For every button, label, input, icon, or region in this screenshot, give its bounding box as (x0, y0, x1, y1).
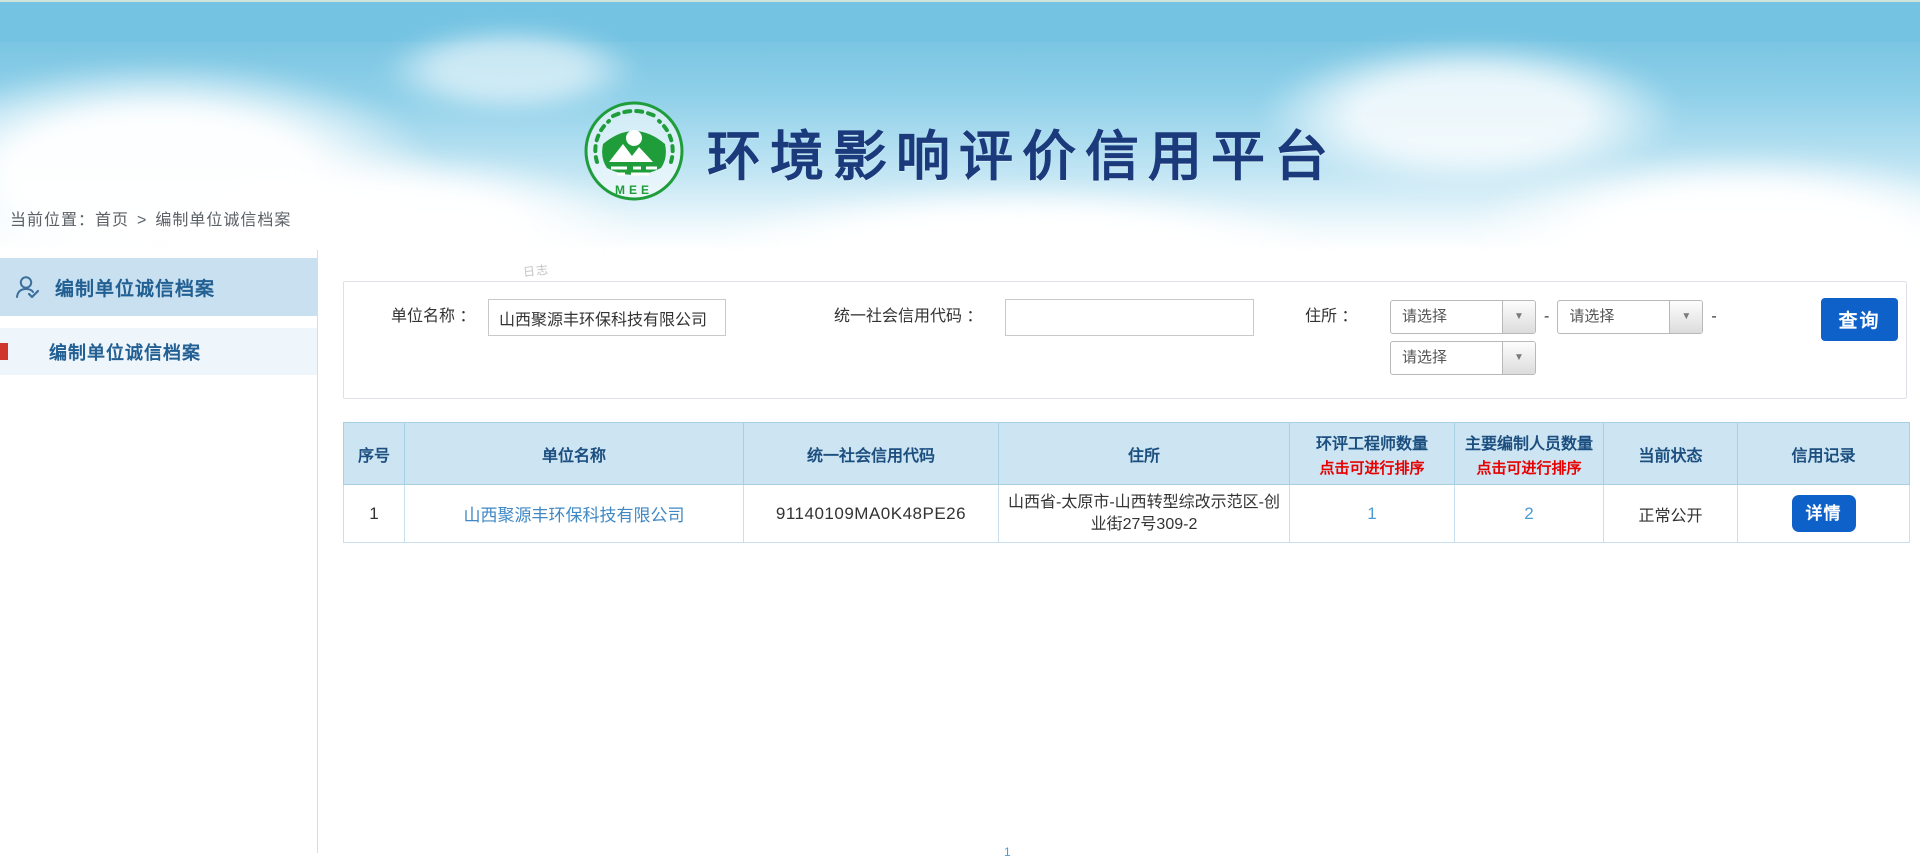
header-engineer-count-sortable[interactable]: 环评工程师数量 点击可进行排序 (1290, 423, 1455, 485)
unit-name-input[interactable] (488, 299, 726, 336)
sidebar-item-archive[interactable]: 编制单位诚信档案 (0, 328, 317, 375)
active-marker (0, 343, 8, 360)
credit-code-label: 统一社会信用代码 ： (834, 298, 982, 336)
credit-code-input[interactable] (1005, 299, 1254, 336)
province-select-value: 请选择 (1391, 301, 1502, 333)
breadcrumb-separator: > (137, 212, 147, 229)
chevron-down-icon[interactable]: ▼ (1669, 301, 1702, 333)
site-title: 环境影响评价信用平台 (707, 112, 1337, 191)
query-button[interactable]: 查询 (1821, 298, 1898, 341)
header-credit-code: 统一社会信用代码 (744, 423, 999, 485)
address-selects: 请选择 ▼ - 请选择 ▼ - 请选择 ▼ (1390, 299, 1725, 381)
detail-button[interactable]: 详情 (1792, 495, 1856, 532)
row-index: 1 (344, 485, 405, 543)
top-band (0, 0, 1920, 42)
district-select-value: 请选择 (1391, 342, 1502, 374)
row-status: 正常公开 (1604, 485, 1738, 543)
chevron-down-icon[interactable]: ▼ (1502, 301, 1535, 333)
results-table: 序号 单位名称 统一社会信用代码 住所 环评工程师数量 点击可进行排序 主要编制… (343, 422, 1910, 543)
header-banner: MEE 环境影响评价信用平台 当前位置：首页 > 编制单位诚信档案 (0, 0, 1920, 250)
header-staff-count-label: 主要编制人员数量 (1465, 436, 1593, 453)
sidebar-header-label: 编制单位诚信档案 (55, 274, 215, 301)
header-engineer-count-label: 环评工程师数量 (1316, 436, 1428, 453)
sidebar: 编制单位诚信档案 编制单位诚信档案 (0, 250, 318, 853)
sort-hint[interactable]: 点击可进行排序 (1459, 457, 1599, 478)
breadcrumb-current: 编制单位诚信档案 (155, 212, 291, 229)
site-brand: MEE 环境影响评价信用平台 (583, 100, 1337, 202)
table-row: 1 山西聚源丰环保科技有限公司 91140109MA0K48PE26 山西省-太… (344, 485, 1910, 543)
header-staff-count-sortable[interactable]: 主要编制人员数量 点击可进行排序 (1455, 423, 1604, 485)
mee-logo-text: MEE (615, 183, 653, 197)
watermark-artifact: 日志 (522, 261, 550, 281)
breadcrumb: 当前位置：首页 > 编制单位诚信档案 (10, 206, 291, 230)
city-select-value: 请选择 (1558, 301, 1669, 333)
chevron-down-icon[interactable]: ▼ (1502, 342, 1535, 374)
header-status: 当前状态 (1604, 423, 1738, 485)
unit-name-label: 单位名称 ： (391, 298, 475, 336)
mee-logo-icon: MEE (583, 100, 685, 202)
staff-count-link[interactable]: 2 (1524, 504, 1533, 523)
breadcrumb-home-link[interactable]: 首页 (95, 212, 129, 229)
unit-name-link[interactable]: 山西聚源丰环保科技有限公司 (464, 506, 685, 525)
person-check-icon (14, 274, 41, 301)
header-address: 住所 (999, 423, 1290, 485)
header-unit-name: 单位名称 (405, 423, 744, 485)
city-select[interactable]: 请选择 ▼ (1557, 300, 1703, 334)
sort-hint[interactable]: 点击可进行排序 (1294, 457, 1450, 478)
address-label: 住所 ： (1305, 298, 1357, 336)
search-panel: 单位名称 ： 统一社会信用代码 ： 住所 ： 请选择 ▼ - 请选择 ▼ - 请… (343, 281, 1907, 399)
sidebar-item-label: 编制单位诚信档案 (49, 339, 201, 365)
sidebar-header-archive[interactable]: 编制单位诚信档案 (0, 258, 317, 316)
pagination-artifact[interactable]: 1 (1004, 845, 1011, 859)
header-index: 序号 (344, 423, 405, 485)
province-select[interactable]: 请选择 ▼ (1390, 300, 1536, 334)
row-credit-code: 91140109MA0K48PE26 (744, 485, 999, 543)
header-credit-record: 信用记录 (1738, 423, 1910, 485)
breadcrumb-location-label: 当前位置： (10, 212, 95, 229)
district-select[interactable]: 请选择 ▼ (1390, 341, 1536, 375)
row-address: 山西省-太原市-山西转型综改示范区-创业街27号309-2 (999, 485, 1290, 543)
engineer-count-link[interactable]: 1 (1367, 504, 1376, 523)
table-header-row: 序号 单位名称 统一社会信用代码 住所 环评工程师数量 点击可进行排序 主要编制… (344, 423, 1910, 485)
address-dash: - (1544, 308, 1549, 326)
address-dash: - (1711, 308, 1716, 326)
